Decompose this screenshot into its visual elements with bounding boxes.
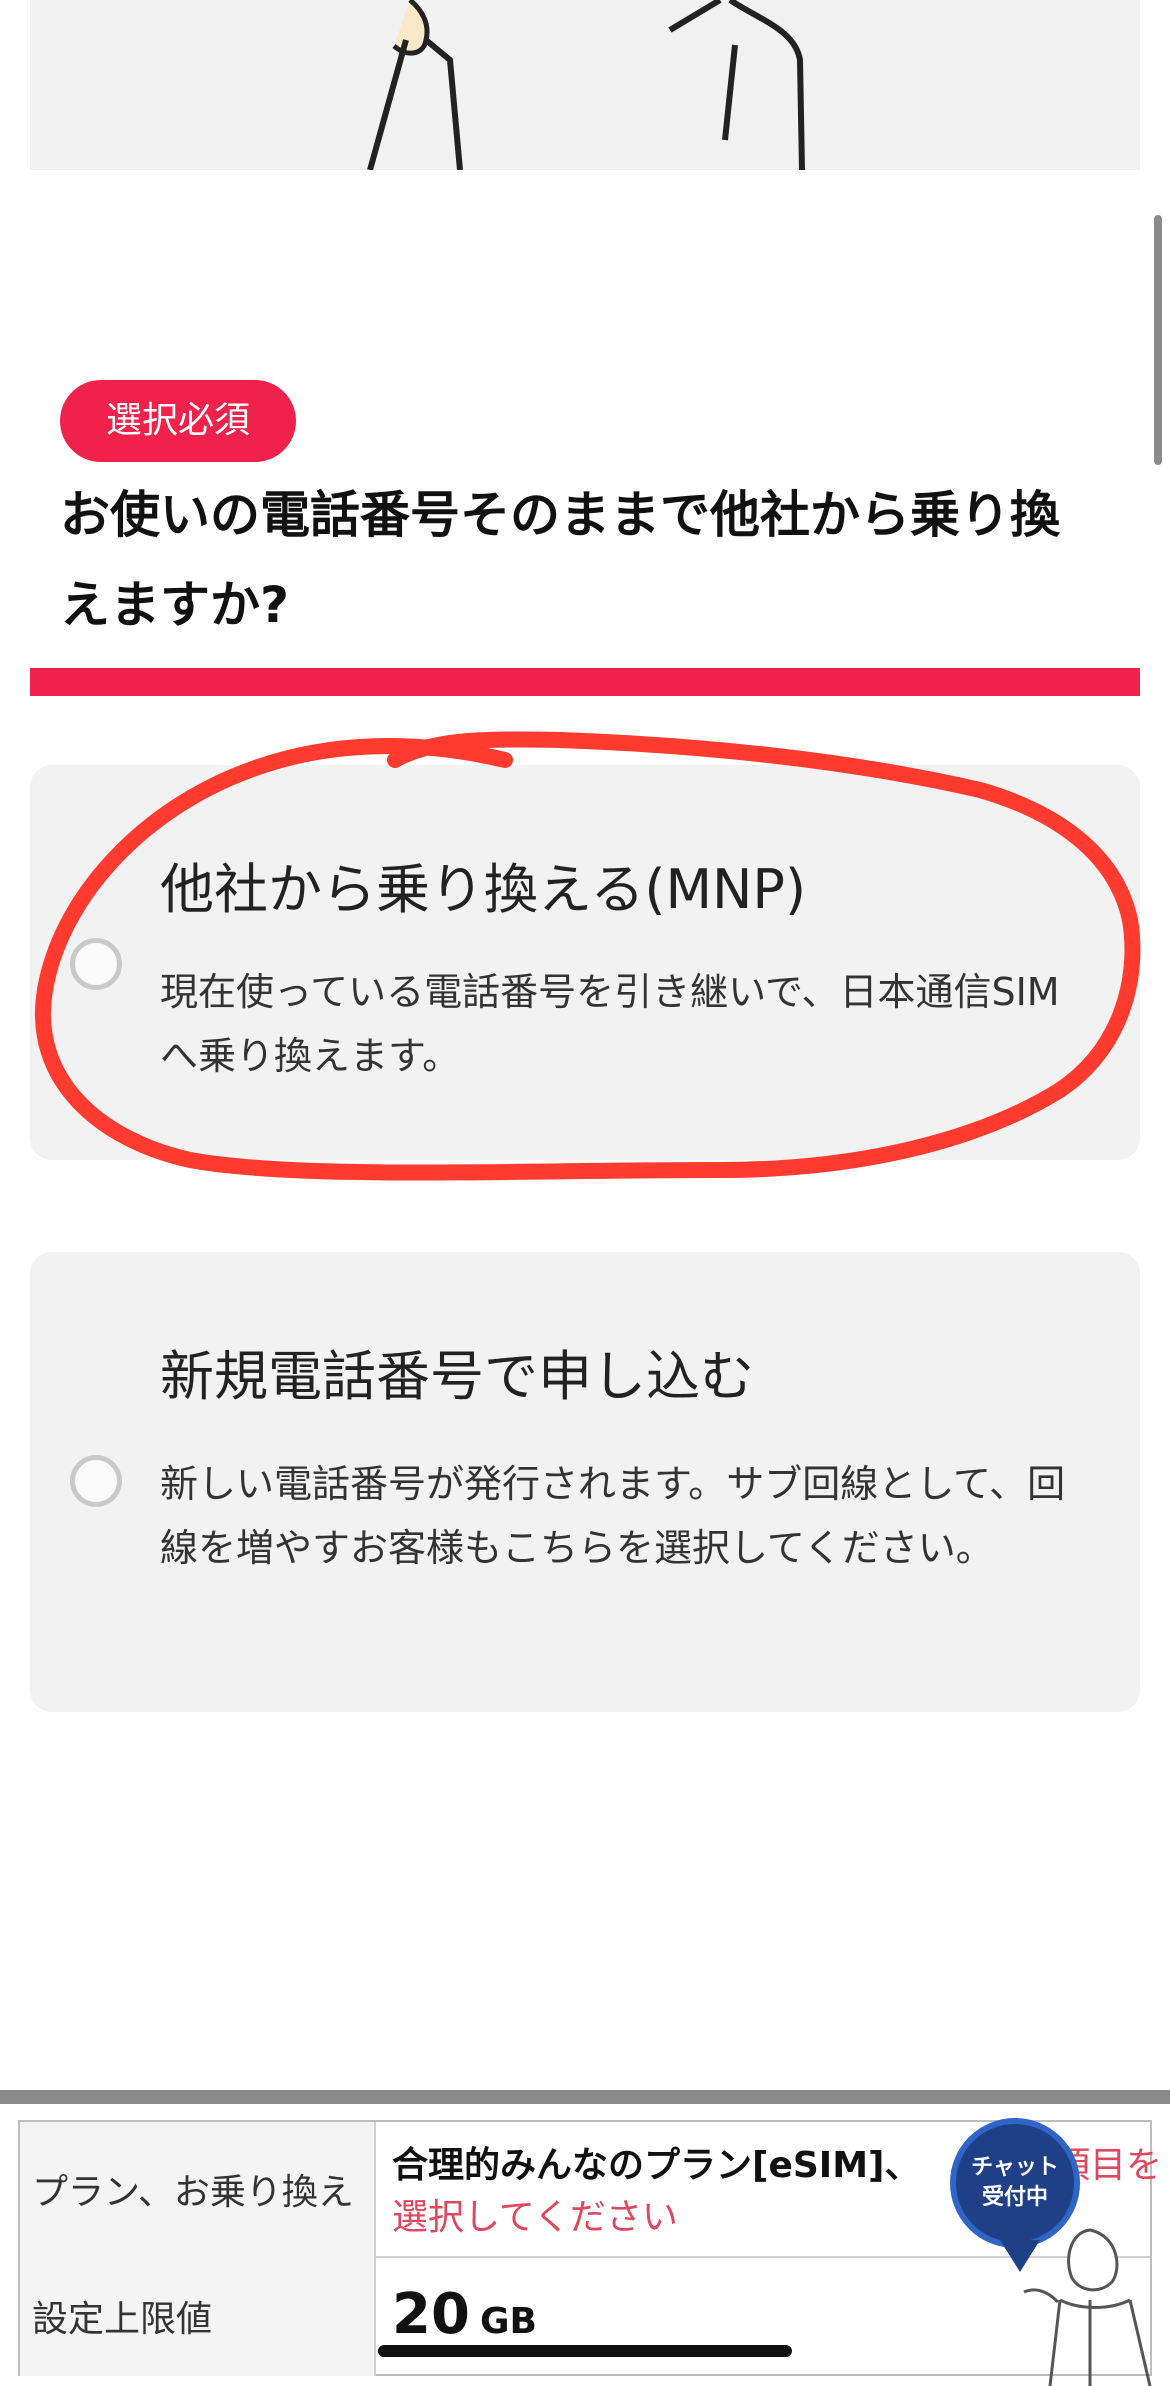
option-new-number[interactable]: 新規電話番号で申し込む 新しい電話番号が発行されます。サブ回線として、回線を増や… xyxy=(30,1252,1140,1712)
footer-separator xyxy=(0,2090,1170,2104)
plan-alert: 選択してください xyxy=(392,2197,678,2238)
option-new-number-radio[interactable] xyxy=(70,1455,122,1507)
chat-widget[interactable]: チャット 受付中 xyxy=(940,2110,1170,2386)
option-mnp[interactable]: 他社から乗り換える(MNP) 現在使っている電話番号を引き継いで、日本通信SIM… xyxy=(30,765,1140,1160)
limit-number: 20 xyxy=(392,2282,470,2347)
plan-label: プラン、お乗り換え xyxy=(20,2122,376,2256)
limit-unit: GB xyxy=(479,2301,537,2342)
option-new-number-description: 新しい電話番号が発行されます。サブ回線として、回線を増やすお客様もこちらを選択し… xyxy=(160,1462,1066,1570)
question-title: お使いの電話番号そのままで他社から乗り換えますか? xyxy=(60,486,1060,634)
home-indicator xyxy=(378,2345,792,2357)
hero-illustration xyxy=(30,0,1140,170)
page-scrollbar[interactable] xyxy=(1154,215,1162,465)
option-mnp-description: 現在使っている電話番号を引き継いで、日本通信SIMへ乗り換えます。 xyxy=(160,970,1060,1078)
limit-value: 20 GB xyxy=(392,2282,537,2347)
limit-label: 設定上限値 xyxy=(20,2256,376,2376)
required-badge: 選択必須 xyxy=(60,380,296,462)
option-mnp-radio[interactable] xyxy=(70,938,122,990)
option-new-number-title: 新規電話番号で申し込む xyxy=(160,1345,754,1408)
section-divider xyxy=(30,668,1140,696)
option-mnp-title: 他社から乗り換える(MNP) xyxy=(160,858,807,921)
concierge-avatar-icon xyxy=(1023,2228,1152,2386)
plan-value: 合理的みんなのプラン[eSIM]、 xyxy=(392,2145,921,2186)
